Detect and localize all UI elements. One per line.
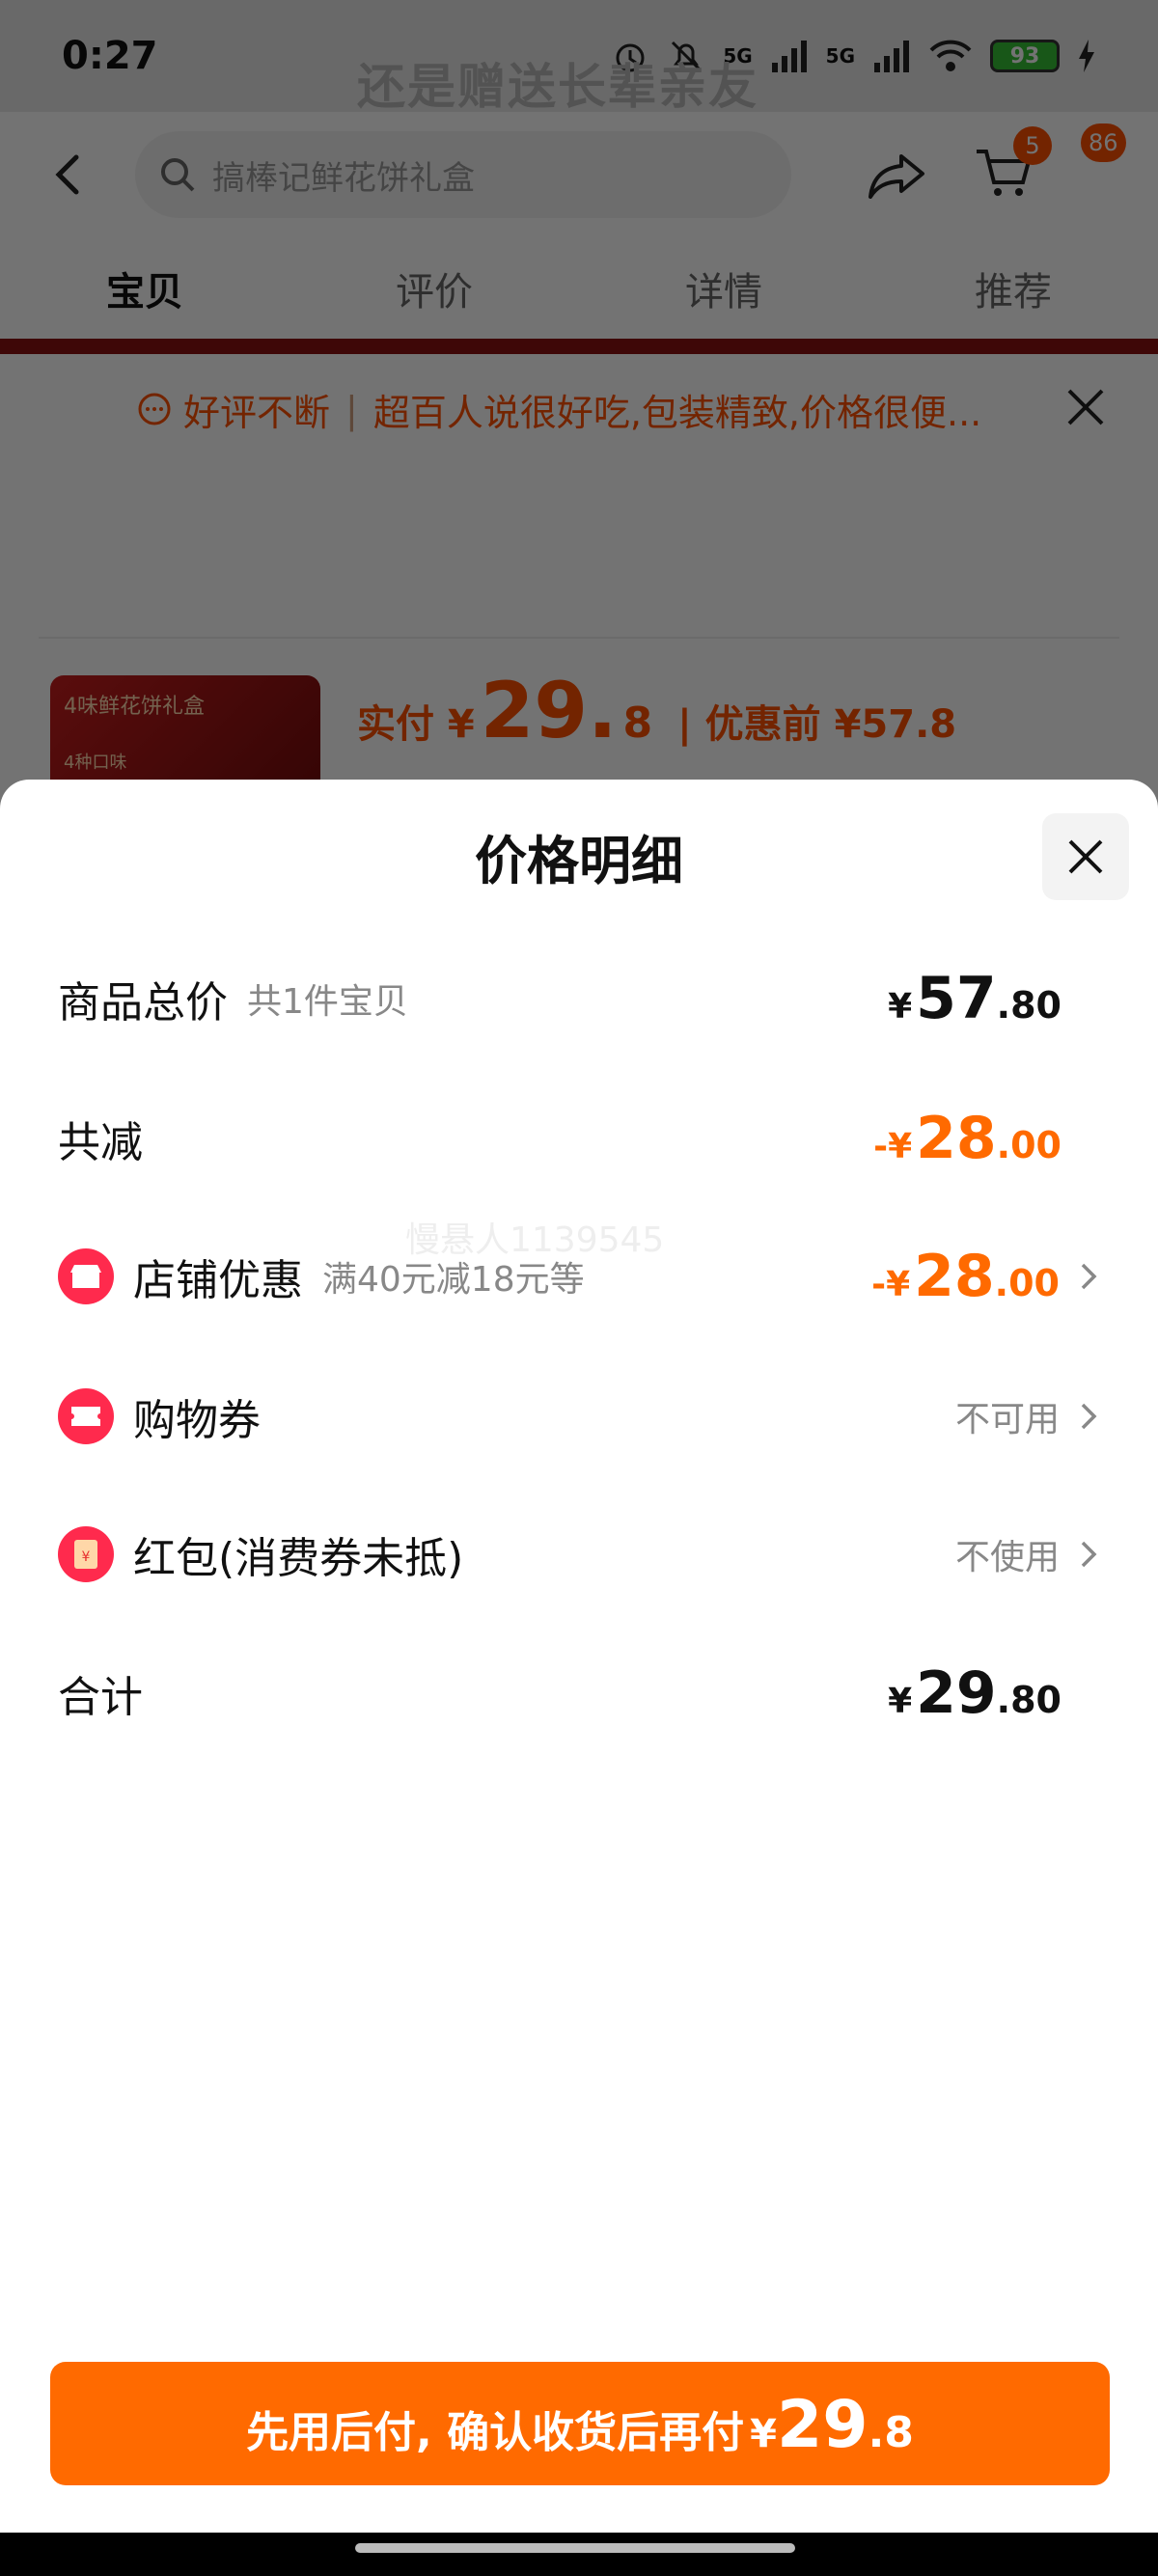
tab-bar: 宝贝 评价 详情 推荐 — [0, 237, 1158, 339]
row-label: 购物券 — [133, 1396, 261, 1445]
row-right: -¥ 28 .00 — [873, 1105, 1062, 1172]
chevron-right-icon — [1081, 1403, 1097, 1430]
thumb-sub: 4种口味 — [64, 753, 127, 773]
amount-dec: .00 — [996, 1124, 1062, 1166]
close-icon — [1068, 839, 1103, 874]
red-packet-icon: ¥ — [58, 1526, 114, 1582]
currency-symbol: -¥ — [871, 1265, 911, 1304]
chevron-right-icon — [1081, 1541, 1097, 1568]
pay-button-dec: .8 — [868, 2408, 914, 2457]
voucher-status: 不可用 — [954, 1400, 1060, 1439]
sku-price-int: 29. — [480, 666, 618, 755]
row-label: 商品总价 — [58, 978, 228, 1028]
banner-text: 还是赠送长辈亲友 — [357, 59, 758, 115]
status-time: 0:27 — [62, 34, 158, 78]
system-nav-bar — [0, 2533, 1158, 2576]
amount-dec: .80 — [996, 1679, 1062, 1721]
row-total-price: 商品总价 共1件宝贝 ¥ 57 .80 — [58, 950, 1100, 1047]
row-right: ¥ 57 .80 — [888, 965, 1062, 1032]
chevron-right-icon — [1081, 1263, 1097, 1290]
currency-symbol: -¥ — [873, 1127, 913, 1166]
sum-amount: ¥ 29 .80 — [888, 1659, 1062, 1727]
row-red-packet[interactable]: ¥ 红包(消费券未抵) 不使用 — [58, 1506, 1100, 1603]
search-icon — [161, 158, 195, 192]
signal-icon-2 — [874, 41, 909, 72]
review-separator: | — [345, 388, 358, 431]
amount-int: 28 — [914, 1243, 995, 1310]
amount-dec: .80 — [996, 984, 1062, 1027]
search-placeholder: 搞棒记鲜花饼礼盒 — [212, 158, 475, 198]
cart-button[interactable]: 5 — [975, 126, 1052, 204]
chat-bubble-icon — [138, 393, 171, 425]
sku-sheet: 好评不断 | 超百人说很好吃,包装精致,价格很便... 4味鲜花饼礼盒 4种口味… — [0, 354, 1158, 836]
sku-price-label: 实付 ¥ — [357, 702, 475, 747]
review-text: 超百人说很好吃,包装精致,价格很便... — [372, 392, 982, 434]
nav-actions: 5 86 — [868, 123, 1126, 204]
review-tag: 好评不断 — [183, 392, 331, 434]
row-right: 不使用 — [955, 1529, 1100, 1579]
row-sub: 满40元减18元等 — [322, 1260, 585, 1300]
charging-icon — [1079, 40, 1094, 72]
message-badge: 86 — [1081, 123, 1126, 162]
svg-text:¥: ¥ — [82, 1549, 91, 1565]
amount-dec: .00 — [994, 1262, 1060, 1304]
sku-original-price: | 优惠前 ¥57.8 — [677, 702, 957, 747]
tab-recommend[interactable]: 推荐 — [975, 260, 1052, 316]
row-sub: 共1件宝贝 — [247, 982, 408, 1022]
red-packet-status: 不使用 — [954, 1538, 1060, 1577]
pay-later-button[interactable]: 先用后付, 确认收货后再付 ¥ 29 .8 — [50, 2362, 1110, 2485]
row-sum: 合计 ¥ 29 .80 — [58, 1645, 1100, 1741]
price-detail-sheet: 价格明细 慢悬人1139545 商品总价 共1件宝贝 ¥ 57 .80 共减 -… — [0, 780, 1158, 2533]
pay-button-currency: ¥ — [750, 2412, 777, 2456]
close-icon[interactable] — [1062, 383, 1110, 431]
net-type-2: 5G — [825, 44, 855, 68]
ticket-icon — [58, 1388, 114, 1444]
tab-review[interactable]: 评价 — [396, 260, 473, 316]
shop-icon — [58, 1248, 114, 1304]
sku-price-dec: 8 — [622, 699, 653, 748]
row-right: 不可用 — [955, 1391, 1100, 1441]
total-amount: ¥ 57 .80 — [888, 965, 1062, 1032]
nav-bar: 搞棒记鲜花饼礼盒 5 86 — [0, 112, 1158, 237]
tab-detail[interactable]: 详情 — [685, 260, 762, 316]
row-total-reduce: 共减 -¥ 28 .00 — [58, 1090, 1100, 1187]
cart-badge: 5 — [1013, 126, 1052, 165]
pay-button-int: 29 — [776, 2387, 868, 2463]
currency-symbol: ¥ — [888, 987, 913, 1027]
pay-button-text: 先用后付, 确认收货后再付 — [246, 2408, 745, 2457]
row-shopping-voucher[interactable]: 购物券 不可用 — [58, 1368, 1100, 1465]
divider — [39, 637, 1119, 639]
home-indicator[interactable] — [355, 2543, 795, 2553]
battery-indicator: 93 — [990, 40, 1060, 72]
row-label: 店铺优惠 — [133, 1256, 303, 1305]
shop-discount-amount: -¥ 28 .00 — [871, 1243, 1060, 1310]
row-shop-discount[interactable]: 店铺优惠 满40元减18元等 -¥ 28 .00 — [58, 1228, 1100, 1325]
review-bar[interactable]: 好评不断 | 超百人说很好吃,包装精致,价格很便... — [135, 383, 981, 436]
back-button[interactable] — [39, 146, 96, 204]
row-right: ¥ 29 .80 — [888, 1659, 1062, 1727]
share-icon[interactable] — [868, 151, 926, 199]
amount-int: 28 — [916, 1105, 997, 1172]
row-right: -¥ 28 .00 — [871, 1243, 1100, 1310]
currency-symbol: ¥ — [888, 1682, 913, 1721]
app-root: 0:27 5G 5G 93 还是赠送长辈亲友 搞棒记鲜花饼礼盒 5 86 宝贝 … — [0, 0, 1158, 2576]
wifi-icon — [929, 40, 972, 71]
row-label: 红包(消费券未抵) — [133, 1534, 464, 1583]
chevron-left-icon — [55, 154, 79, 195]
row-label: 合计 — [58, 1673, 143, 1722]
sku-price: 实付 ¥ 29. 8 | 优惠前 ¥57.8 — [357, 666, 956, 755]
reduce-amount: -¥ 28 .00 — [873, 1105, 1062, 1172]
thumb-title: 4味鲜花饼礼盒 — [64, 695, 205, 719]
tab-item[interactable]: 宝贝 — [106, 260, 183, 316]
search-input[interactable]: 搞棒记鲜花饼礼盒 — [135, 131, 791, 218]
row-label: 共减 — [58, 1118, 143, 1167]
product-image-strip — [0, 339, 1158, 354]
close-button[interactable] — [1042, 813, 1129, 900]
amount-int: 57 — [916, 965, 997, 1032]
amount-int: 29 — [916, 1659, 997, 1727]
message-button[interactable]: 86 — [1081, 123, 1126, 199]
sheet-title: 价格明细 — [475, 831, 683, 891]
signal-icon-1 — [771, 41, 807, 72]
